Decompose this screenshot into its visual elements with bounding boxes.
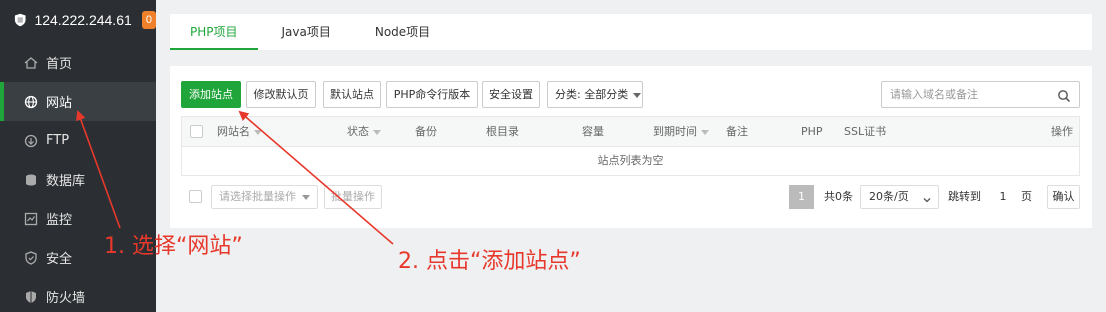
col-status[interactable]: 状态 bbox=[347, 117, 381, 147]
caret-down-icon bbox=[633, 92, 642, 98]
sidebar-item-database[interactable]: 数据库 bbox=[0, 160, 156, 199]
sidebar-item-label: 监控 bbox=[46, 213, 73, 228]
search-placeholder: 请输入域名或备注 bbox=[890, 88, 978, 101]
database-icon bbox=[24, 173, 38, 187]
col-remark: 备注 bbox=[726, 125, 748, 138]
page-size-value: 20条/页 bbox=[869, 190, 909, 203]
tab-php[interactable]: PHP项目 bbox=[170, 14, 258, 50]
confirm-jump-button[interactable]: 确认 bbox=[1047, 185, 1080, 209]
chevron-down-icon bbox=[922, 191, 932, 213]
site-table: 网站名 状态 备份 根目录 容量 到期时间 备注 PHP SSL证书 操作 站点… bbox=[181, 116, 1080, 176]
home-icon bbox=[24, 56, 38, 70]
security-settings-button[interactable]: 安全设置 bbox=[482, 81, 540, 108]
edit-default-page-button[interactable]: 修改默认页 bbox=[246, 81, 316, 108]
sidebar-item-firewall[interactable]: 防火墙 bbox=[0, 277, 156, 312]
col-expiry[interactable]: 到期时间 bbox=[653, 117, 709, 147]
select-all-checkbox[interactable] bbox=[190, 125, 203, 138]
project-tabs: PHP项目 Java项目 Node项目 bbox=[170, 14, 1092, 50]
jump-label: 跳转到 bbox=[948, 190, 981, 203]
sidebar-item-label: 防火墙 bbox=[46, 291, 86, 306]
col-actions: 操作 bbox=[1051, 125, 1073, 138]
server-shield-icon bbox=[14, 13, 26, 27]
default-site-button[interactable]: 默认站点 bbox=[323, 81, 381, 108]
search-icon[interactable] bbox=[1057, 87, 1071, 112]
sidebar-item-home[interactable]: 首页 bbox=[0, 43, 156, 82]
ftp-icon bbox=[24, 134, 38, 148]
col-root-dir: 根目录 bbox=[486, 125, 519, 138]
search-input[interactable]: 请输入域名或备注 bbox=[881, 81, 1080, 108]
col-label: 网站名 bbox=[217, 125, 250, 138]
col-backup: 备份 bbox=[415, 125, 437, 138]
batch-checkbox[interactable] bbox=[189, 190, 202, 203]
col-label: 到期时间 bbox=[653, 125, 697, 138]
table-header: 网站名 状态 备份 根目录 容量 到期时间 备注 PHP SSL证书 操作 bbox=[182, 117, 1079, 147]
table-footer: 请选择批量操作 批量操作 1 共0条 20条/页 跳转到 1 页 确认 bbox=[181, 185, 1080, 209]
col-label: 状态 bbox=[347, 125, 369, 138]
page-unit-label: 页 bbox=[1021, 190, 1032, 203]
sort-icon bbox=[254, 129, 262, 135]
sidebar-item-label: 网站 bbox=[46, 96, 73, 111]
col-php: PHP bbox=[801, 125, 823, 138]
sort-icon bbox=[701, 129, 709, 135]
category-select-value: 分类: 全部分类 bbox=[555, 88, 629, 101]
caret-down-icon bbox=[302, 195, 310, 200]
batch-action-button[interactable]: 批量操作 bbox=[324, 185, 382, 209]
total-count: 共0条 bbox=[824, 190, 853, 203]
sidebar: 124.222.244.61 0 首页 网站 FTP 数据库 监控 安全 防火墙 bbox=[0, 0, 156, 312]
batch-placeholder: 请选择批量操作 bbox=[219, 190, 296, 203]
sidebar-item-ftp[interactable]: FTP bbox=[0, 121, 156, 160]
col-site-name[interactable]: 网站名 bbox=[217, 117, 262, 147]
sidebar-item-label: FTP bbox=[46, 133, 70, 148]
jump-page-input[interactable]: 1 bbox=[991, 185, 1015, 209]
sidebar-item-website[interactable]: 网站 bbox=[0, 82, 156, 121]
page-size-select[interactable]: 20条/页 bbox=[860, 185, 939, 209]
sidebar-item-label: 安全 bbox=[46, 252, 73, 267]
add-site-button[interactable]: 添加站点 bbox=[181, 81, 241, 108]
category-select[interactable]: 分类: 全部分类 bbox=[547, 81, 643, 108]
monitor-icon bbox=[24, 212, 38, 226]
server-header[interactable]: 124.222.244.61 0 bbox=[0, 0, 156, 40]
annotation-step-1: 1. 选择“网站” bbox=[104, 234, 243, 259]
page-button-current[interactable]: 1 bbox=[789, 185, 814, 209]
notification-badge[interactable]: 0 bbox=[141, 11, 156, 29]
shield-icon bbox=[24, 250, 38, 265]
empty-message: 站点列表为空 bbox=[597, 154, 664, 167]
batch-action-select[interactable]: 请选择批量操作 bbox=[211, 185, 318, 209]
tab-node[interactable]: Node项目 bbox=[353, 14, 450, 50]
annotation-step-2: 2. 点击“添加站点” bbox=[398, 249, 581, 274]
site-panel: 添加站点 修改默认页 默认站点 PHP命令行版本 安全设置 分类: 全部分类 请… bbox=[170, 66, 1092, 228]
globe-icon bbox=[24, 95, 38, 109]
php-cli-version-button[interactable]: PHP命令行版本 bbox=[386, 81, 478, 108]
server-ip: 124.222.244.61 bbox=[34, 12, 132, 28]
col-capacity: 容量 bbox=[582, 125, 604, 138]
col-ssl: SSL证书 bbox=[844, 125, 887, 138]
sidebar-item-label: 首页 bbox=[46, 57, 73, 72]
sort-icon bbox=[373, 129, 381, 135]
sidebar-item-label: 数据库 bbox=[46, 174, 86, 189]
firewall-icon bbox=[24, 290, 38, 304]
tab-java[interactable]: Java项目 bbox=[258, 14, 353, 50]
